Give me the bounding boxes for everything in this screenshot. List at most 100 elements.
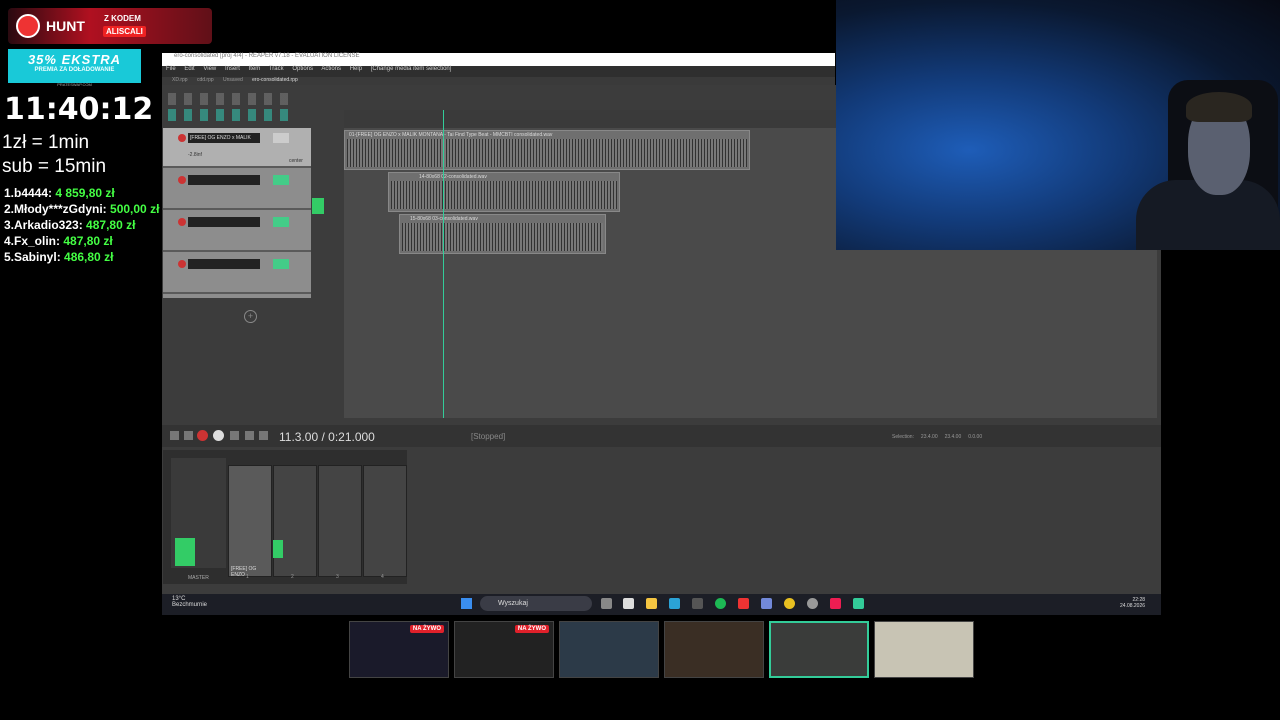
tab-ero[interactable]: ero-consolidated.rpp (252, 77, 298, 83)
stream-thumbnail[interactable]: NA ŻYWO (349, 621, 449, 678)
tiktok-icon[interactable] (830, 598, 841, 609)
menu-edit[interactable]: Edit (184, 66, 194, 72)
windows-taskbar (162, 594, 1161, 615)
store-icon[interactable] (623, 598, 634, 609)
taskbar-search[interactable]: Wyszukaj (480, 596, 592, 611)
master-meter (175, 538, 195, 566)
leaderboard-row: 4.Fx_olin: 487,80 zł (4, 234, 113, 248)
mixer-strip[interactable] (363, 465, 407, 577)
record-arm-icon[interactable] (178, 134, 186, 142)
selection-info: Selection: 23.4.00 23.4.00 0.0.00 (892, 434, 982, 440)
stop-icon[interactable] (245, 431, 254, 440)
app-icon[interactable] (853, 598, 864, 609)
tab-xd[interactable]: XD.rpp (172, 77, 188, 83)
master-label: MASTER (188, 575, 209, 581)
hunt-banner: HUNT Z KODEM ALISCALI (8, 8, 212, 44)
selection-start[interactable]: 23.4.00 (921, 434, 938, 440)
hunt-logo-icon (16, 14, 40, 38)
media-item[interactable]: 15-80x68 03-consolidated.wav (399, 214, 606, 254)
pause-icon[interactable] (259, 431, 268, 440)
menu-file[interactable]: File (166, 66, 176, 72)
track-volume: -2.8inf (188, 152, 202, 158)
stream-thumbnail[interactable] (874, 621, 974, 678)
selection-end[interactable]: 23.4.00 (945, 434, 962, 440)
menu-options[interactable]: Options (292, 66, 313, 72)
track-2[interactable] (163, 170, 311, 210)
track-name[interactable] (188, 175, 260, 185)
record-arm-icon[interactable] (178, 260, 186, 268)
code-line1: Z KODEM (104, 14, 141, 23)
go-end-icon[interactable] (184, 431, 193, 440)
waveform (391, 181, 617, 209)
menu-view[interactable]: View (203, 66, 216, 72)
record-arm-icon[interactable] (178, 176, 186, 184)
fx-button[interactable] (273, 133, 289, 143)
play-icon[interactable] (213, 430, 224, 441)
stream-thumbnail-active[interactable] (769, 621, 869, 678)
streamer-hair (1186, 92, 1252, 122)
strip-name: [FREE] OG ENZO (231, 566, 257, 578)
start-icon[interactable] (461, 598, 472, 609)
waveform (402, 223, 603, 251)
fx-button[interactable] (273, 175, 289, 185)
folder-icon[interactable] (646, 598, 657, 609)
tab-cdd[interactable]: cdd.rpp (197, 77, 214, 83)
leaderboard-row: 2.Młody***zGdyni: 500,00 zł (4, 202, 160, 216)
media-item[interactable]: 01-[FREE] OG ENZO x MALIK MONTANA - Tai … (344, 130, 750, 170)
track-meter (312, 198, 324, 214)
chrome-icon[interactable] (784, 598, 795, 609)
menu-insert[interactable]: Insert (225, 66, 240, 72)
record-arm-icon[interactable] (178, 218, 186, 226)
discord-icon[interactable] (761, 598, 772, 609)
undo-hint: [Change media item selection] (370, 66, 452, 72)
mixer-strip[interactable]: [FREE] OG ENZO (228, 465, 272, 578)
menu-actions[interactable]: Actions (321, 66, 341, 72)
tab-unsaved[interactable]: Unsaved (223, 77, 243, 83)
toolbar-row-1[interactable] (168, 93, 288, 105)
window-title-bar: ero-consolidated [proj 4/4] - REAPER v7.… (162, 53, 835, 66)
stream-thumbnail[interactable] (559, 621, 659, 678)
edit-cursor[interactable] (443, 110, 444, 418)
stream-thumbnail[interactable] (664, 621, 764, 678)
menu-item[interactable]: Item (249, 66, 261, 72)
stream-thumbnail[interactable]: NA ŻYWO (454, 621, 554, 678)
spotify-icon[interactable] (715, 598, 726, 609)
media-item[interactable]: 14-80x68 02-consolidated.wav (388, 172, 620, 212)
clip-label: 01-[FREE] OG ENZO x MALIK MONTANA - Tai … (349, 132, 553, 138)
edge-icon[interactable] (669, 598, 680, 609)
track-1[interactable]: [FREE] OG ENZO x MALIK -2.8inf center (163, 128, 311, 168)
go-start-icon[interactable] (170, 431, 179, 440)
clip-label: 14-80x68 02-consolidated.wav (419, 174, 487, 180)
mixer-strip[interactable] (318, 465, 362, 577)
transport-status: [Stopped] (471, 432, 506, 441)
mixer-strip[interactable] (273, 465, 317, 577)
weather-widget[interactable]: 13°C Bezchmurnie (172, 596, 207, 608)
mixer-panel: [FREE] OG ENZO (163, 450, 407, 584)
selection-label: Selection: (892, 434, 914, 440)
track-name[interactable]: [FREE] OG ENZO x MALIK (188, 133, 260, 143)
fx-button[interactable] (273, 259, 289, 269)
fx-button[interactable] (273, 217, 289, 227)
strip-numbers: 1 2 3 4 (246, 574, 384, 580)
menu-track[interactable]: Track (269, 66, 284, 72)
reaper-icon[interactable] (807, 598, 818, 609)
repeat-icon[interactable] (230, 431, 239, 440)
xbox-icon[interactable] (692, 598, 703, 609)
taskbar-clock[interactable]: 22:28 24.08.2026 (1120, 597, 1145, 609)
track-4[interactable] (163, 254, 311, 294)
track-3[interactable] (163, 212, 311, 252)
track-name[interactable] (188, 259, 260, 269)
record-icon[interactable] (197, 430, 208, 441)
selection-length[interactable]: 0.0.00 (968, 434, 982, 440)
add-track-icon[interactable]: + (244, 310, 257, 323)
master-strip[interactable] (171, 458, 226, 568)
brave-icon[interactable] (738, 598, 749, 609)
track-name[interactable] (188, 217, 260, 227)
leaderboard-row: 1.b4444: 4 859,80 zł (4, 186, 115, 200)
menu-help[interactable]: Help (350, 66, 362, 72)
search-placeholder: Wyszukaj (498, 600, 528, 607)
toolbar-row-2[interactable] (168, 109, 288, 121)
task-view-icon[interactable] (601, 598, 612, 609)
live-badge: NA ŻYWO (514, 625, 549, 633)
webcam-feed (836, 0, 1280, 250)
